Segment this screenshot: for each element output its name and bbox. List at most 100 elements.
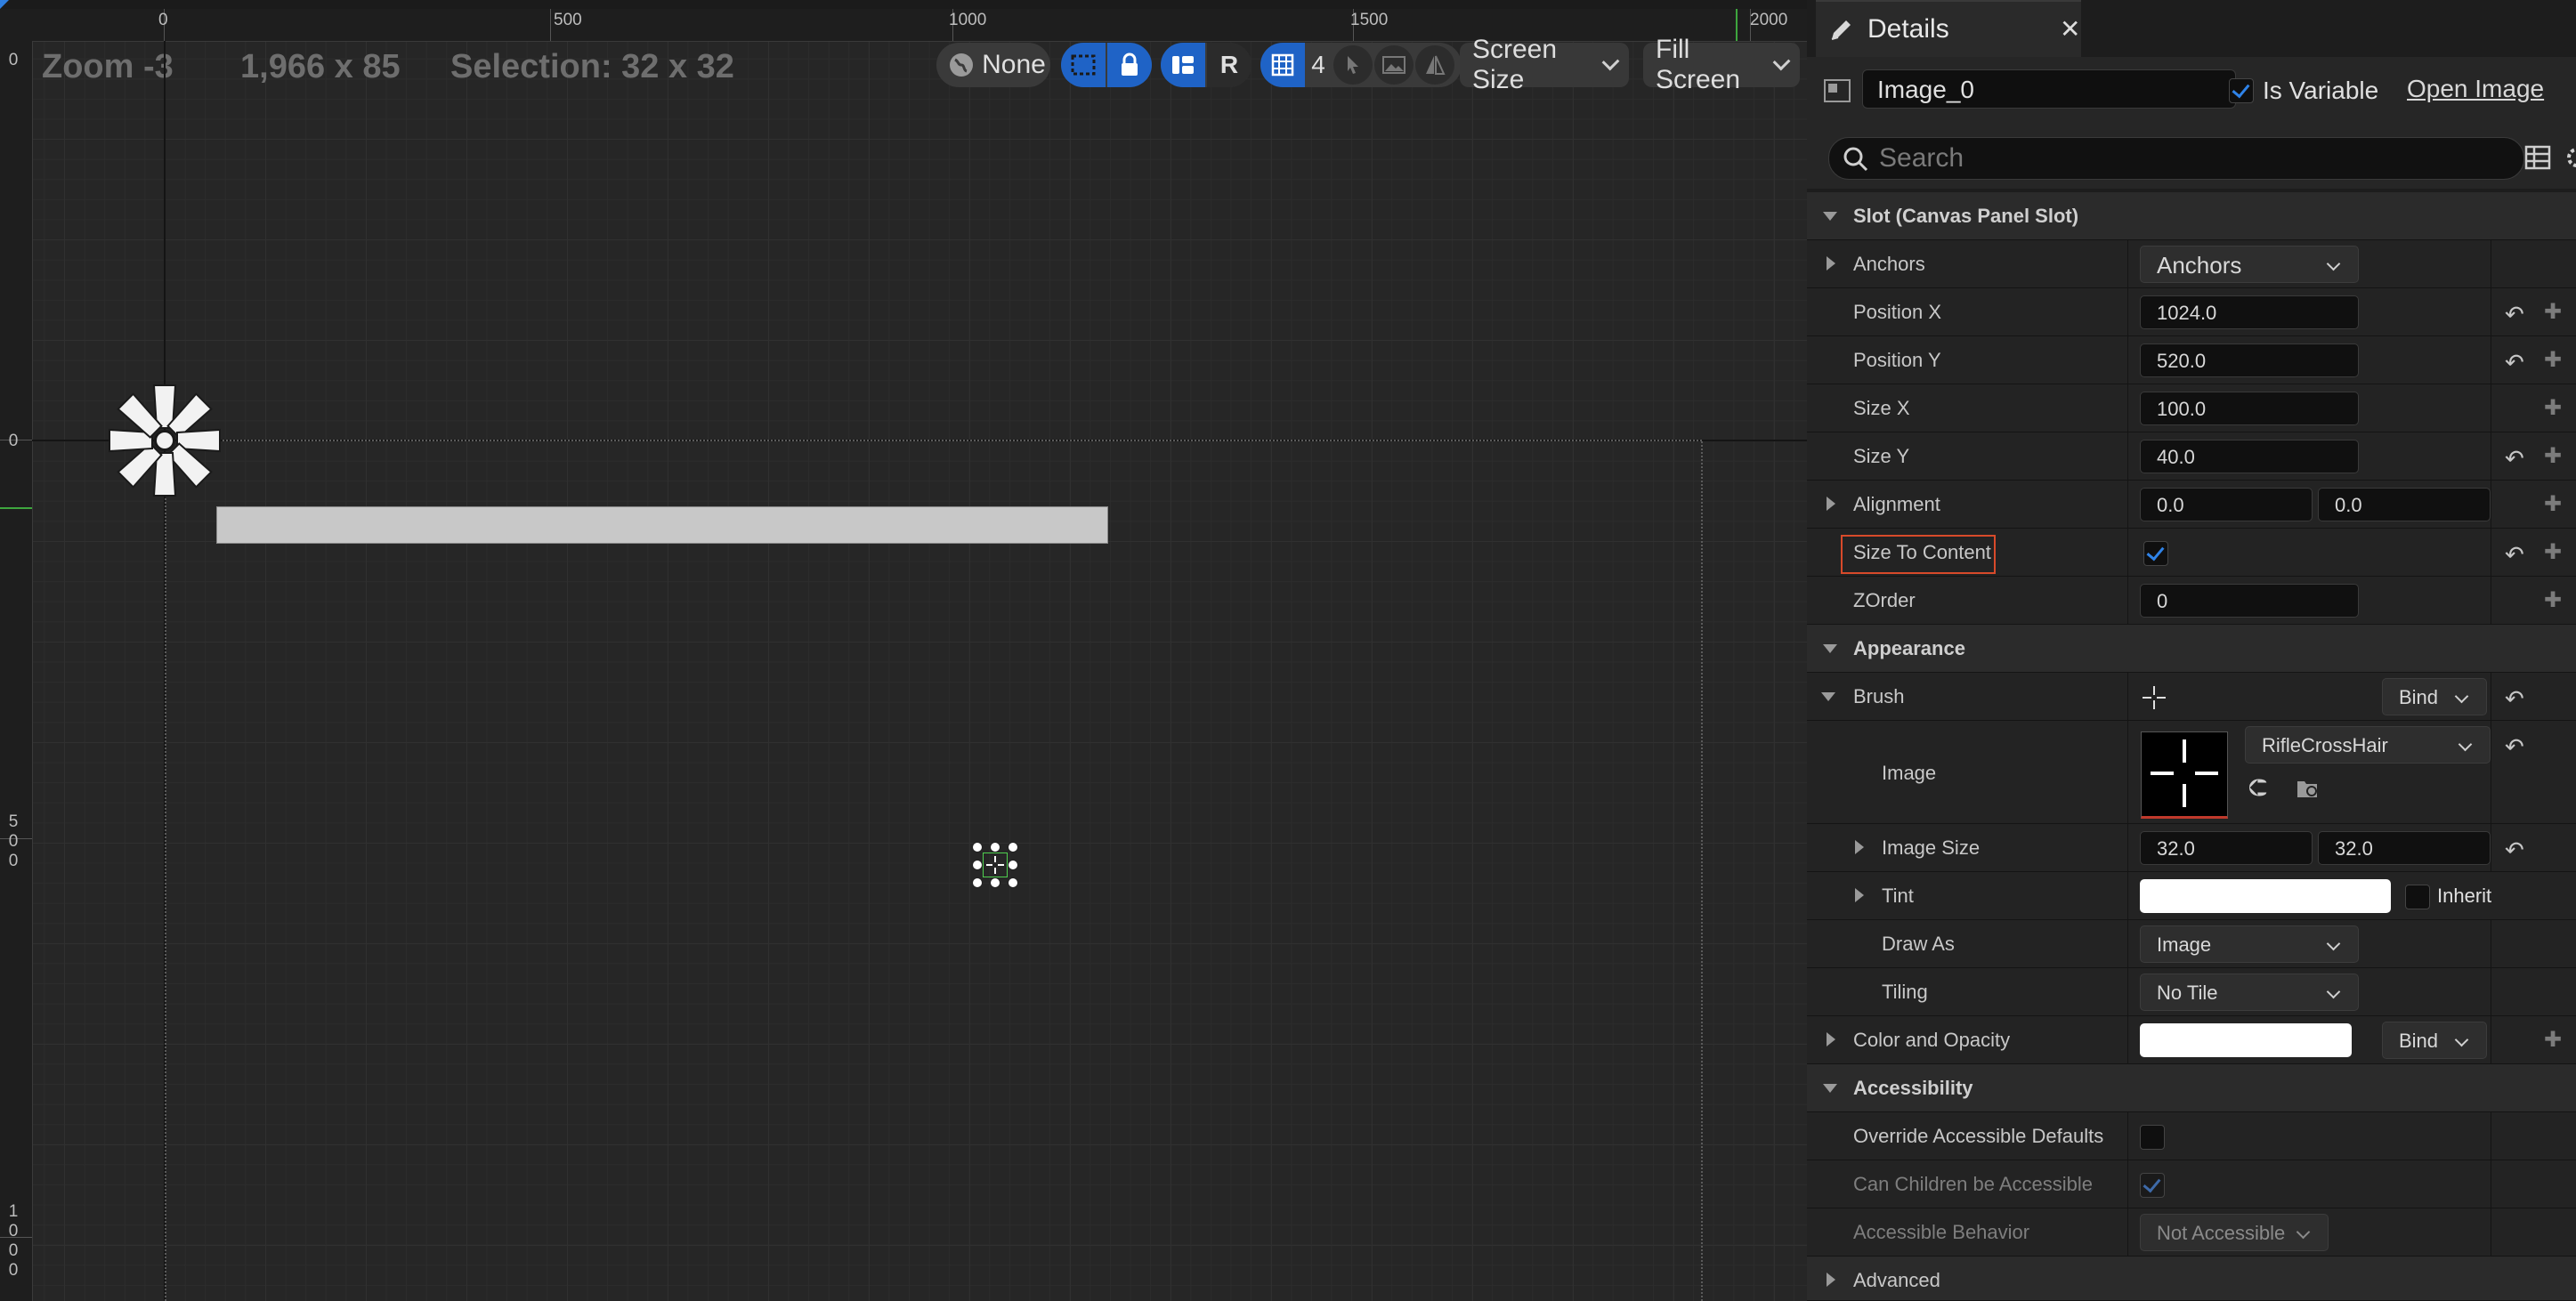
override-accessible-checkbox[interactable]: [2140, 1125, 2165, 1150]
image-asset-dropdown[interactable]: RifleCrossHair: [2245, 726, 2491, 764]
image-size-y-input[interactable]: 32.0: [2318, 831, 2491, 865]
alignment-y-input[interactable]: 0.0: [2318, 488, 2491, 521]
ruler-left: 0 0 5 0 0 1 0 0 0: [0, 41, 33, 1301]
grid-snap-icon[interactable]: [1260, 43, 1305, 87]
flip-icon[interactable]: [1415, 45, 1454, 85]
globe-icon[interactable]: [940, 46, 983, 84]
ruler-label: 0: [8, 1222, 19, 1240]
progress-bar-widget[interactable]: [216, 506, 1108, 544]
resize-handle[interactable]: [972, 877, 983, 888]
position-x-input[interactable]: 1024.0: [2140, 295, 2359, 329]
pin-icon[interactable]: ✚: [2544, 443, 2562, 469]
pin-icon[interactable]: ✚: [2544, 539, 2562, 565]
is-variable-checkbox[interactable]: [2229, 78, 2254, 103]
bind-dropdown[interactable]: Bind: [2382, 1022, 2487, 1059]
grid-toolbar-group: 4: [1260, 43, 1462, 87]
reset-to-default-icon[interactable]: ↶: [2505, 733, 2524, 761]
zorder-input[interactable]: 0: [2140, 584, 2359, 618]
reset-to-default-icon[interactable]: ↶: [2505, 301, 2524, 328]
property-label: Brush: [1853, 685, 1905, 707]
pin-icon[interactable]: ✚: [2544, 395, 2562, 421]
size-to-content-checkbox[interactable]: [2143, 541, 2168, 566]
fill-screen-dropdown[interactable]: Fill Screen: [1643, 35, 1800, 94]
collapse-arrow-icon[interactable]: [1821, 692, 1835, 701]
property-position-y: Position Y 520.0 ↶ ✚: [1807, 336, 2576, 384]
grid-size-value[interactable]: 4: [1305, 46, 1332, 84]
bind-dropdown[interactable]: Bind: [2382, 678, 2487, 715]
reset-to-default-icon[interactable]: ↶: [2505, 445, 2524, 473]
section-appearance[interactable]: Appearance: [1807, 625, 2576, 673]
pin-icon[interactable]: ✚: [2544, 347, 2562, 373]
ruler-label: 0: [158, 11, 168, 29]
expand-arrow-icon[interactable]: [1827, 256, 1835, 271]
is-variable-label: Is Variable: [2263, 77, 2379, 104]
is-variable-toggle[interactable]: Is Variable: [2229, 77, 2378, 105]
size-x-input[interactable]: 100.0: [2140, 392, 2359, 425]
column-divider: [2127, 1160, 2128, 1208]
position-y-input[interactable]: 520.0: [2140, 343, 2359, 377]
designer-canvas[interactable]: 0 500 1000 1500 2000 0 0 5 0 0 1 0 0 0 Z…: [0, 0, 1807, 1301]
table-view-icon[interactable]: [2524, 144, 2551, 175]
section-advanced[interactable]: Advanced: [1807, 1257, 2576, 1301]
browse-icon[interactable]: [2295, 776, 2320, 805]
settings-icon[interactable]: [2564, 144, 2576, 171]
details-search-input[interactable]: Search: [1828, 137, 2524, 180]
selected-image-widget[interactable]: [972, 842, 1018, 888]
close-icon[interactable]: ✕: [2060, 14, 2080, 44]
screen-size-dropdown[interactable]: Screen Size: [1460, 35, 1629, 94]
expand-arrow-icon[interactable]: [1855, 840, 1864, 854]
pin-icon[interactable]: ✚: [2544, 1027, 2562, 1053]
resize-handle[interactable]: [990, 877, 1000, 888]
expand-arrow-icon[interactable]: [1855, 888, 1864, 902]
image-size-x-input[interactable]: 32.0: [2140, 831, 2313, 865]
cursor-icon[interactable]: [1333, 45, 1373, 85]
reset-to-default-icon[interactable]: ↶: [2505, 836, 2524, 864]
property-label: Size X: [1853, 397, 1910, 419]
background-image-icon[interactable]: [1374, 45, 1414, 85]
expand-arrow-icon[interactable]: [1827, 1032, 1835, 1046]
alignment-x-input[interactable]: 0.0: [2140, 488, 2313, 521]
pin-icon[interactable]: ✚: [2544, 299, 2562, 325]
ruler-label: 500: [554, 11, 582, 29]
pin-icon[interactable]: ✚: [2544, 587, 2562, 613]
section-accessibility[interactable]: Accessibility: [1807, 1064, 2576, 1112]
reset-to-default-icon[interactable]: ↶: [2505, 541, 2524, 569]
open-image-link[interactable]: Open Image: [2407, 75, 2544, 103]
reset-to-default-icon[interactable]: ↶: [2505, 685, 2524, 713]
color-opacity-swatch[interactable]: [2140, 1023, 2352, 1057]
size-y-input[interactable]: 40.0: [2140, 440, 2359, 473]
widget-name-input[interactable]: Image_0: [1862, 69, 2236, 109]
culture-none-button[interactable]: None: [982, 46, 1046, 84]
property-label: Tiling: [1882, 981, 1928, 1003]
accessible-behavior-dropdown: Not Accessible: [2140, 1214, 2329, 1251]
resize-handle[interactable]: [1008, 860, 1018, 870]
resize-handle[interactable]: [972, 860, 983, 870]
property-label: Size Y: [1853, 445, 1910, 467]
tiling-dropdown[interactable]: No Tile: [2140, 974, 2359, 1011]
fill-screen-label: Fill Screen: [1656, 35, 1741, 94]
collapse-arrow-icon: [1823, 212, 1837, 221]
chevron-down-icon: [2454, 1032, 2469, 1047]
resize-handle[interactable]: [990, 842, 1000, 853]
layout-icon[interactable]: [1161, 43, 1205, 87]
image-thumbnail[interactable]: [2141, 731, 2228, 819]
use-selected-icon[interactable]: ⮈: [2248, 774, 2267, 804]
details-tab[interactable]: Details ✕: [1816, 0, 2081, 59]
chevron-down-icon: [2458, 737, 2473, 752]
marquee-select-icon[interactable]: [1061, 43, 1106, 87]
property-size-x: Size X 100.0 ✚: [1807, 384, 2576, 432]
resize-handle[interactable]: [1008, 877, 1018, 888]
section-slot[interactable]: Slot (Canvas Panel Slot): [1807, 192, 2576, 240]
inherit-checkbox[interactable]: [2405, 885, 2430, 909]
resize-handle[interactable]: [1008, 842, 1018, 853]
respect-locks-button[interactable]: R: [1207, 43, 1252, 87]
expand-arrow-icon[interactable]: [1827, 497, 1835, 511]
lock-icon[interactable]: [1107, 43, 1152, 87]
anchors-dropdown[interactable]: Anchors: [2140, 246, 2359, 283]
reset-to-default-icon[interactable]: ↶: [2505, 349, 2524, 376]
draw-as-dropdown[interactable]: Image: [2140, 925, 2359, 963]
canvas-anchor-icon[interactable]: [107, 383, 223, 503]
tint-color-swatch[interactable]: [2140, 879, 2391, 913]
pin-icon[interactable]: ✚: [2544, 491, 2562, 517]
resize-handle[interactable]: [972, 842, 983, 853]
